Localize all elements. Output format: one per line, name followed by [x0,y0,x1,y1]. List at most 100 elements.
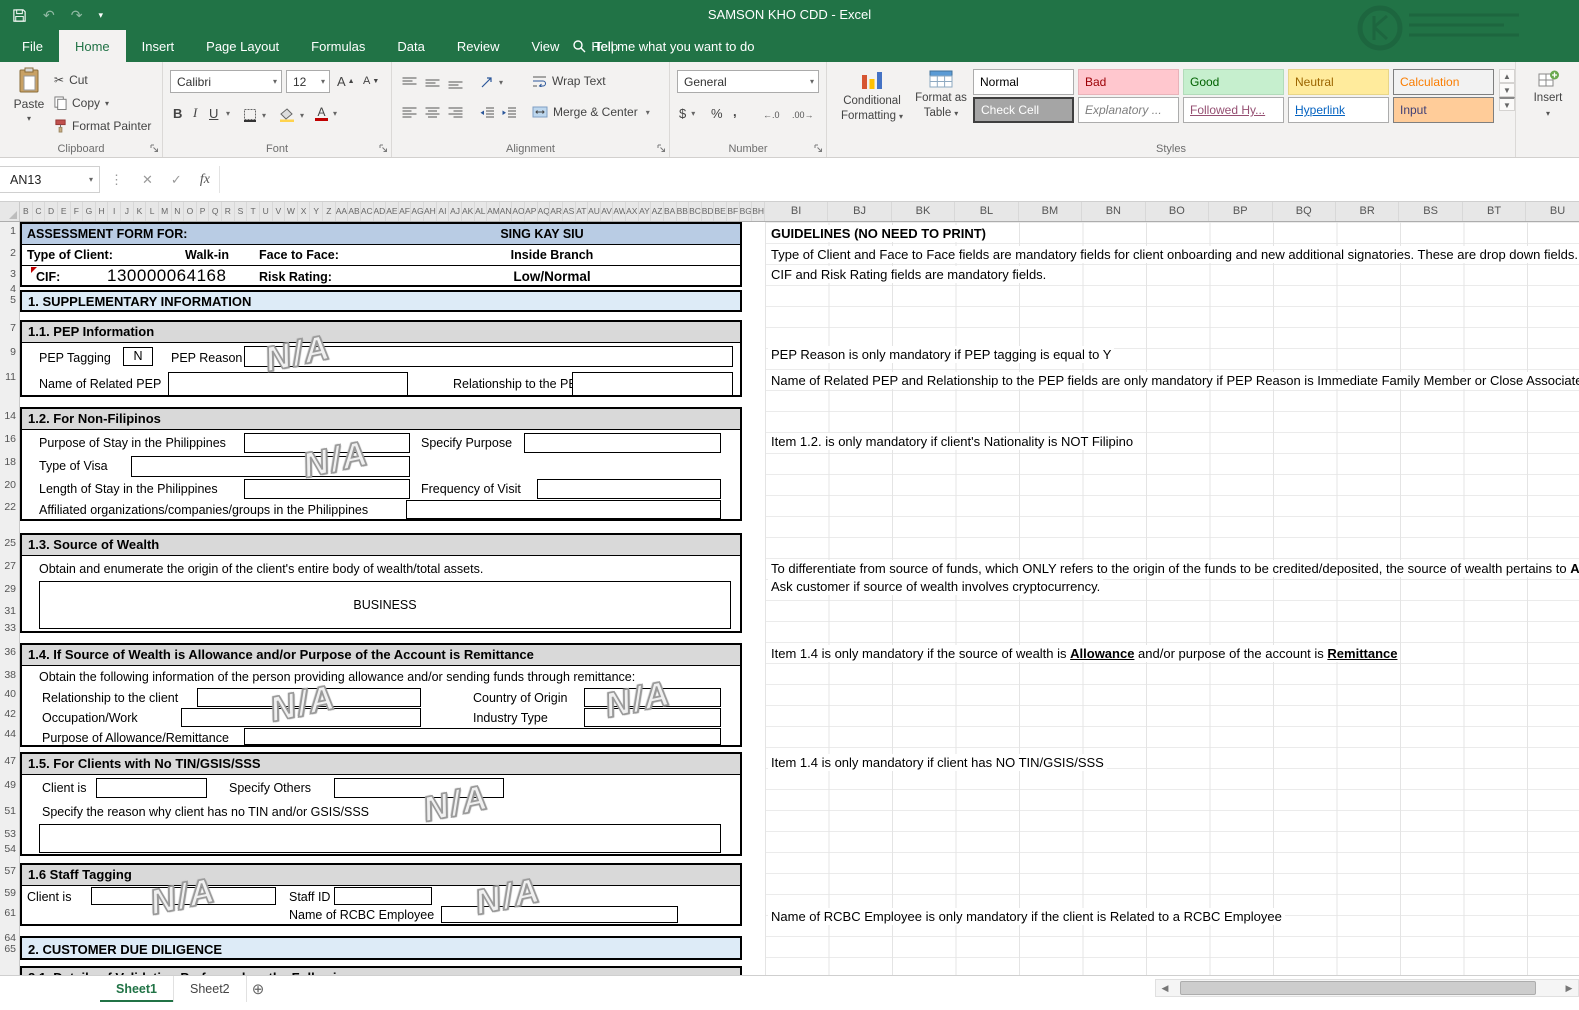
font-dialog-launcher-icon[interactable] [379,144,388,153]
column-header-bu[interactable]: BU [1526,202,1579,221]
row-header-3[interactable]: 3 [10,268,16,280]
column-header-q[interactable]: Q [209,202,222,221]
column-header-au[interactable]: AU [588,202,601,221]
row-header-42[interactable]: 42 [4,708,16,720]
style-input[interactable]: Input [1393,97,1494,123]
ribbon-tab-data[interactable]: Data [381,30,440,62]
align-left-icon[interactable] [402,102,417,124]
pep-tagging-field[interactable]: N [123,347,153,366]
font-name-select[interactable]: Calibri ▾ [170,70,282,93]
client-is-field[interactable] [96,778,207,798]
purpose-allowance-field[interactable] [244,728,721,745]
row-header-11[interactable]: 11 [5,371,16,383]
scroll-left-icon[interactable]: ◀ [1156,983,1174,994]
style-followed-hy[interactable]: Followed Hy... [1183,97,1284,123]
horizontal-scrollbar[interactable]: ◀ ▶ [1155,979,1579,997]
row-header-47[interactable]: 47 [4,755,16,767]
style-good[interactable]: Good [1183,69,1284,95]
sheet-tab-sheet2[interactable]: Sheet2 [174,976,247,1002]
column-header-bh[interactable]: BH [752,202,765,221]
column-header-ap[interactable]: AP [525,202,538,221]
column-header-u[interactable]: U [260,202,273,221]
ribbon-tab-file[interactable]: File [6,30,59,62]
column-header-bf[interactable]: BF [727,202,740,221]
row-header-29[interactable]: 29 [4,583,16,595]
column-header-m[interactable]: M [159,202,172,221]
row-header-14[interactable]: 14 [4,410,16,422]
scroll-right-icon[interactable]: ▶ [1560,983,1578,994]
column-header-af[interactable]: AF [399,202,412,221]
column-header-i[interactable]: I [108,202,121,221]
source-of-wealth-field[interactable]: BUSINESS [39,581,731,629]
increase-font-icon[interactable]: A ▲ [337,70,355,92]
column-header-ay[interactable]: AY [639,202,652,221]
row-header-27[interactable]: 27 [4,560,16,572]
column-header-ak[interactable]: AK [462,202,475,221]
cif-value[interactable]: 130000064168 [107,266,226,286]
column-header-bp[interactable]: BP [1209,202,1273,221]
column-header-an[interactable]: AN [500,202,513,221]
column-header-bj[interactable]: BJ [828,202,892,221]
column-header-f[interactable]: F [71,202,84,221]
insert-function-icon[interactable]: fx [191,172,219,188]
tell-me-box[interactable]: Tell me what you want to do [572,30,754,62]
row-header-65[interactable]: 65 [4,943,16,955]
column-header-ax[interactable]: AX [626,202,639,221]
gallery-up-icon[interactable]: ▲ [1499,69,1515,83]
column-header-ad[interactable]: AD [374,202,387,221]
align-center-icon[interactable] [425,102,440,124]
column-header-bq[interactable]: BQ [1273,202,1336,221]
align-middle-icon[interactable] [425,72,440,94]
gallery-down-icon[interactable]: ▼ [1499,83,1515,97]
row-header-31[interactable]: 31 [4,605,16,617]
decrease-decimal-icon[interactable]: .00→ [792,104,814,126]
column-header-al[interactable]: AL [475,202,488,221]
ribbon-tab-formulas[interactable]: Formulas [295,30,381,62]
row-header-2[interactable]: 2 [10,247,16,259]
increase-indent-icon[interactable] [502,102,517,124]
percent-style-button[interactable]: % [711,102,723,124]
wrap-text-button[interactable]: Wrap Text [532,71,606,91]
column-header-l[interactable]: L [146,202,159,221]
section-2-header[interactable]: 2. CUSTOMER DUE DILIGENCE [20,936,742,960]
row-header-40[interactable]: 40 [4,688,16,700]
row-header-5[interactable]: 5 [10,294,16,306]
italic-button[interactable]: I [193,102,197,124]
column-header-bm[interactable]: BM [1019,202,1083,221]
underline-button[interactable]: U [209,102,218,124]
paste-button[interactable]: Paste ▾ [8,67,50,137]
column-header-d[interactable]: D [45,202,58,221]
gallery-more-icon[interactable]: ▼ [1499,97,1515,111]
column-header-ao[interactable]: AO [512,202,525,221]
column-header-az[interactable]: AZ [651,202,664,221]
enter-icon[interactable]: ✓ [162,172,191,188]
column-header-j[interactable]: J [121,202,134,221]
column-header-am[interactable]: AM [487,202,500,221]
comma-style-button[interactable]: , [733,100,737,122]
row-header-16[interactable]: 16 [4,433,16,445]
formula-input[interactable] [218,166,1579,193]
align-top-icon[interactable] [402,72,417,94]
column-header-v[interactable]: V [273,202,286,221]
column-header-p[interactable]: P [197,202,210,221]
ribbon-tab-review[interactable]: Review [441,30,516,62]
client-name-value[interactable]: SING KAY SIU [417,227,667,241]
row-header-44[interactable]: 44 [4,728,16,740]
column-header-y[interactable]: Y [310,202,323,221]
column-header-as[interactable]: AS [563,202,576,221]
column-header-ba[interactable]: BA [664,202,677,221]
column-header-be[interactable]: BE [714,202,727,221]
row-header-9[interactable]: 9 [10,346,16,358]
staff-id-field[interactable] [334,887,432,905]
column-header-aj[interactable]: AJ [449,202,462,221]
face-to-face-value[interactable]: Inside Branch [442,248,662,262]
row-header-49[interactable]: 49 [4,779,16,791]
column-header-bg[interactable]: BG [740,202,753,221]
risk-rating-value[interactable]: Low/Normal [442,269,662,284]
ribbon-tab-home[interactable]: Home [58,30,126,62]
column-header-ab[interactable]: AB [348,202,361,221]
type-of-client-value[interactable]: Walk-in [157,248,257,262]
style-explanatory[interactable]: Explanatory ... [1078,97,1179,123]
number-format-select[interactable]: General ▾ [677,70,819,93]
row-header-51[interactable]: 51 [4,805,16,817]
